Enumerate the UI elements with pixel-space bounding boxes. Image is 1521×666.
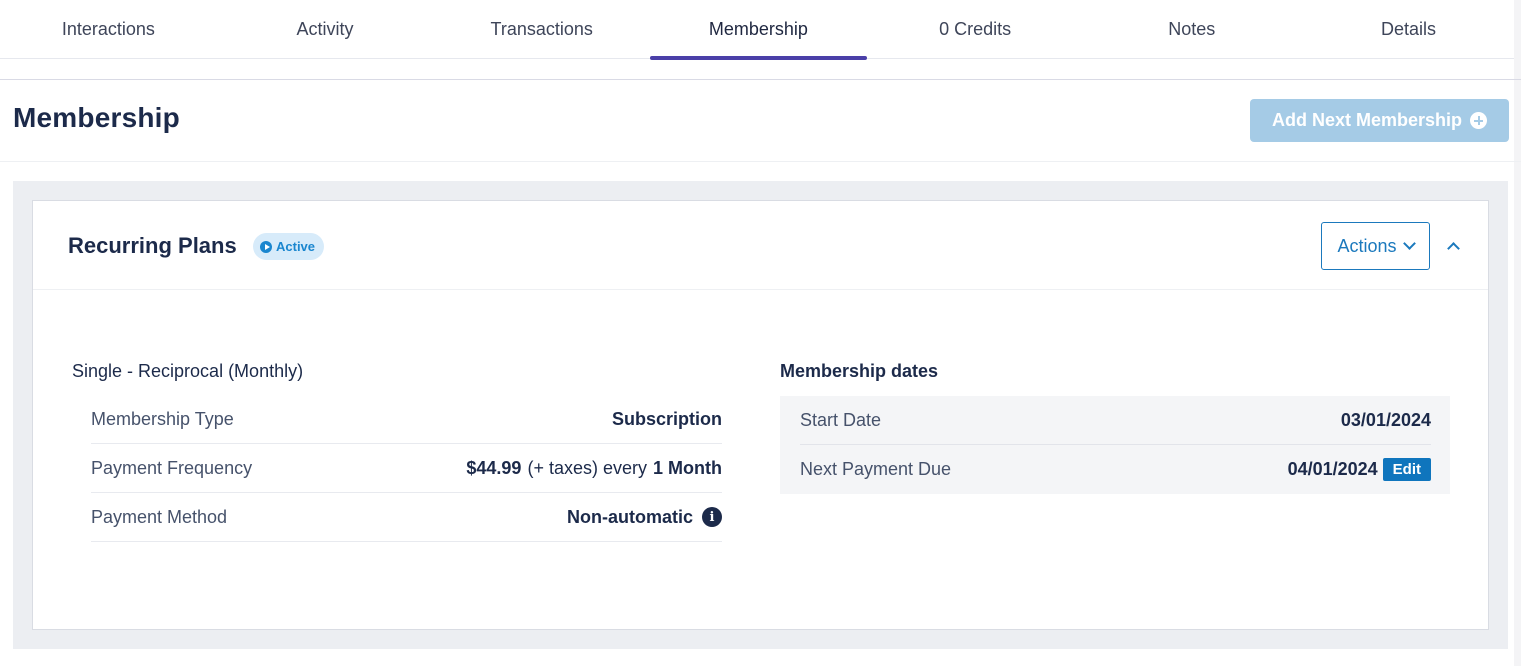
tab-notes[interactable]: Notes bbox=[1083, 0, 1300, 59]
add-next-membership-button[interactable]: Add Next Membership bbox=[1250, 99, 1509, 142]
add-next-membership-label: Add Next Membership bbox=[1271, 110, 1463, 130]
card-header: Recurring Plans Active Actions bbox=[33, 201, 1488, 290]
next-payment-label: Next Payment Due bbox=[800, 459, 952, 479]
payment-frequency-row: Payment Frequency $44.99 (+ taxes) every… bbox=[91, 444, 722, 493]
chevron-down-icon bbox=[1402, 237, 1416, 250]
tab-label: Membership bbox=[708, 19, 808, 39]
tab-details[interactable]: Details bbox=[1300, 0, 1517, 59]
start-date-value: 03/01/2024 bbox=[1340, 409, 1431, 430]
tab-label: Notes bbox=[1168, 19, 1216, 39]
payment-method-text: Non-automatic bbox=[567, 506, 693, 527]
tab-label: Transactions bbox=[490, 19, 593, 39]
tab-transactions[interactable]: Transactions bbox=[433, 0, 650, 59]
start-date-label: Start Date bbox=[800, 409, 882, 430]
tab-credits[interactable]: 0 Credits bbox=[867, 0, 1084, 59]
status-badge: Active bbox=[253, 233, 325, 260]
membership-dates-box: Start Date 03/01/2024 Next Payment Due 0… bbox=[780, 396, 1450, 494]
actions-dropdown-button[interactable]: Actions bbox=[1321, 222, 1430, 270]
tab-label: Interactions bbox=[61, 19, 155, 39]
card-title: Recurring Plans bbox=[68, 233, 237, 258]
collapse-button[interactable] bbox=[1444, 236, 1464, 256]
payment-amount: $44.99 bbox=[466, 457, 522, 478]
next-payment-value: 04/01/2024 Edit bbox=[1288, 458, 1431, 481]
payment-method-value: Non-automatic i bbox=[567, 507, 722, 528]
payment-suffix: (+ taxes) every bbox=[527, 457, 647, 478]
payment-period: 1 Month bbox=[653, 457, 722, 478]
status-badge-label: Active bbox=[276, 239, 316, 254]
tab-membership[interactable]: Membership bbox=[650, 0, 867, 60]
membership-type-value: Subscription bbox=[612, 409, 722, 430]
page-title: Membership bbox=[13, 102, 180, 133]
payment-frequency-value: $44.99 (+ taxes) every 1 Month bbox=[466, 458, 722, 479]
next-payment-date: 04/01/2024 bbox=[1287, 459, 1378, 479]
divider bbox=[0, 79, 1521, 80]
tab-label: Activity bbox=[296, 19, 354, 39]
recurring-plans-card: Recurring Plans Active Actions Single - … bbox=[32, 200, 1489, 630]
plus-circle-icon bbox=[1470, 112, 1488, 129]
membership-dates-title: Membership dates bbox=[780, 361, 939, 381]
edit-next-payment-button[interactable]: Edit bbox=[1382, 458, 1431, 481]
membership-type-text: Subscription bbox=[611, 408, 722, 429]
divider bbox=[0, 161, 1521, 162]
actions-label: Actions bbox=[1337, 235, 1397, 256]
play-circle-icon bbox=[260, 240, 272, 253]
membership-type-row: Membership Type Subscription bbox=[91, 395, 722, 444]
plan-name: Single - Reciprocal (Monthly) bbox=[72, 361, 304, 381]
membership-type-label: Membership Type bbox=[91, 408, 234, 429]
scrollbar[interactable] bbox=[1514, 0, 1521, 666]
payment-method-label: Payment Method bbox=[91, 506, 228, 527]
info-icon[interactable]: i bbox=[702, 507, 722, 527]
chevron-up-icon bbox=[1447, 242, 1460, 255]
tab-bar: Interactions Activity Transactions Membe… bbox=[0, 0, 1521, 60]
start-date-row: Start Date 03/01/2024 bbox=[800, 396, 1431, 445]
next-payment-row: Next Payment Due 04/01/2024 Edit bbox=[800, 445, 1431, 494]
payment-method-row: Payment Method Non-automatic i bbox=[91, 493, 722, 542]
tab-activity[interactable]: Activity bbox=[217, 0, 434, 59]
tab-label: Details bbox=[1380, 19, 1436, 39]
tab-label: 0 Credits bbox=[939, 19, 1012, 39]
payment-frequency-label: Payment Frequency bbox=[91, 457, 253, 478]
tab-interactions[interactable]: Interactions bbox=[0, 0, 217, 59]
